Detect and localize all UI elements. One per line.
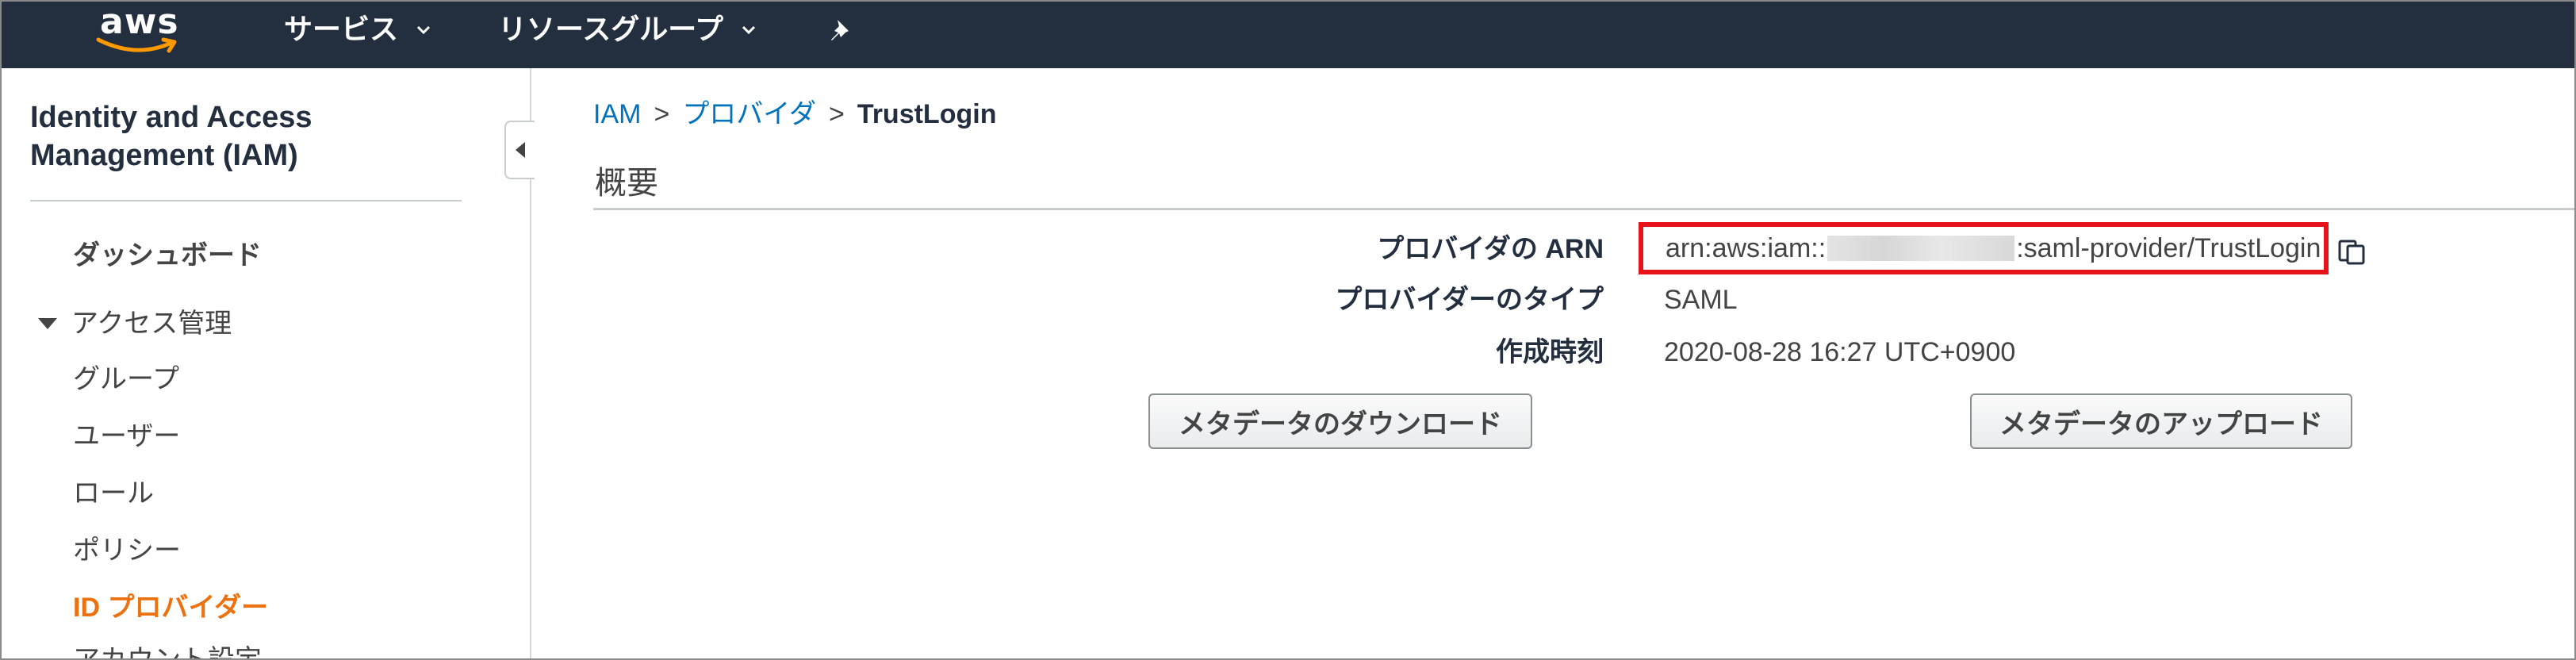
sidebar-item-groups[interactable]: グループ [73,362,179,397]
upload-metadata-button[interactable]: メタデータのアップロード [1970,393,2352,449]
caret-down-icon [38,318,57,329]
sidebar-item-dashboard[interactable]: ダッシュボード [73,238,262,273]
creation-time-label: 作成時刻 [1496,337,1604,367]
resource-groups-label: リソースグループ [498,13,724,45]
breadcrumb-current: TrustLogin [857,99,997,129]
creation-time-value: 2020-08-28 16:27 UTC+0900 [1664,337,2016,367]
copy-icon[interactable] [2336,235,2368,267]
breadcrumb: IAM > プロバイダ > TrustLogin [593,97,996,132]
breadcrumb-providers[interactable]: プロバイダ [682,97,816,132]
aws-logo[interactable]: aws [95,2,190,59]
section-divider [593,208,2574,210]
download-metadata-button[interactable]: メタデータのダウンロード [1148,393,1532,449]
resource-groups-menu[interactable]: リソースグループ [498,2,757,57]
sidebar-item-account-settings[interactable]: アカウント設定 [73,643,262,658]
chevron-down-icon [742,25,756,35]
provider-type-value: SAML [1664,285,1738,315]
browser-frame: aws サービス リソースグループ Identity and Access Ma… [0,0,2576,660]
services-label: サービス [284,13,399,45]
section-label: アクセス管理 [71,309,232,339]
arn-suffix: :saml-provider/TrustLogin [2016,232,2321,263]
sidebar-item-roles[interactable]: ロール [73,476,154,511]
breadcrumb-separator: > [828,99,845,129]
collapse-left-icon [516,142,525,158]
sidebar-section-access-management[interactable]: アクセス管理 [38,306,232,341]
redacted-account-id [1827,236,2015,261]
aws-smile-icon [96,37,177,53]
arn-value-highlighted: arn:aws:iam:: :saml-provider/TrustLogin [1639,222,2329,274]
top-nav-bar: aws サービス リソースグループ [2,2,2574,68]
sidebar-collapse-toggle[interactable] [504,121,535,179]
arn-label: プロバイダの ARN [1377,234,1604,264]
breadcrumb-iam[interactable]: IAM [593,97,641,132]
sidebar-divider [30,200,462,201]
arn-prefix: arn:aws:iam:: [1666,232,1827,263]
sidebar-item-identity-providers[interactable]: ID プロバイダー [73,590,268,625]
sidebar-item-users[interactable]: ユーザー [73,419,180,454]
sidebar-title: Identity and Access Management (IAM) [30,101,312,172]
sidebar-item-policies[interactable]: ポリシー [73,533,181,568]
chevron-down-icon [416,25,431,35]
breadcrumb-separator: > [654,99,670,129]
services-menu[interactable]: サービス [284,2,431,57]
section-title-summary: 概要 [595,166,658,201]
provider-type-label: プロバイダーのタイプ [1335,285,1604,315]
pin-icon[interactable] [828,17,855,44]
sidebar: Identity and Access Management (IAM) ダッシ… [2,68,531,658]
